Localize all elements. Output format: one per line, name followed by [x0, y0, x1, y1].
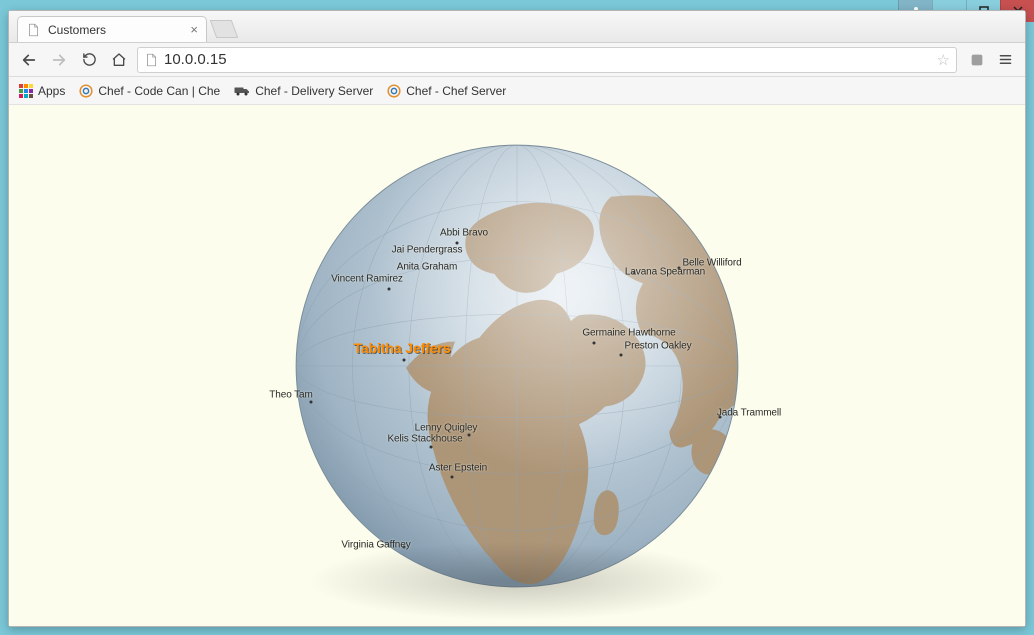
- map-label[interactable]: Aster Epstein: [429, 463, 487, 474]
- apps-icon: [19, 84, 33, 98]
- map-label[interactable]: Virginia Gaffney: [341, 540, 410, 551]
- map-label[interactable]: Lavana Spearman: [625, 267, 705, 278]
- reload-button[interactable]: [77, 48, 101, 72]
- map-label[interactable]: Kelis Stackhouse: [387, 434, 462, 445]
- map-dot: [388, 288, 391, 291]
- map-label[interactable]: Jada Trammell: [717, 408, 781, 419]
- map-dot: [430, 446, 433, 449]
- url-bar[interactable]: ☆: [137, 47, 957, 73]
- apps-label: Apps: [38, 84, 65, 98]
- map-label-highlight[interactable]: Tabitha Jeffers: [353, 340, 450, 356]
- map-label[interactable]: Vincent Ramirez: [331, 274, 403, 285]
- globe-visualization[interactable]: [282, 131, 752, 601]
- page-viewport: Abbi Bravo Jai Pendergrass Anita GrahamVin…: [9, 105, 1025, 626]
- map-label[interactable]: Lenny Quigley: [415, 423, 478, 434]
- tab-title: Customers: [48, 23, 106, 37]
- file-icon: [26, 23, 40, 37]
- forward-button[interactable]: [47, 48, 71, 72]
- bookmark-label: Chef - Code Can | Che: [98, 84, 220, 98]
- map-dot: [403, 359, 406, 362]
- extension-icon[interactable]: [969, 52, 985, 68]
- map-dot: [620, 354, 623, 357]
- browser-toolbar: ☆: [9, 43, 1025, 77]
- bookmark-chef-code-can[interactable]: Chef - Code Can | Che: [79, 84, 220, 98]
- map-dot: [468, 434, 471, 437]
- map-dot: [593, 342, 596, 345]
- truck-icon: [234, 85, 250, 97]
- bookmark-chef-delivery-server[interactable]: Chef - Delivery Server: [234, 84, 373, 98]
- back-button[interactable]: [17, 48, 41, 72]
- map-label[interactable]: Anita Graham: [397, 262, 458, 273]
- file-icon: [144, 53, 158, 67]
- bookmark-star-icon[interactable]: ☆: [937, 51, 950, 69]
- bookmark-chef-chef-server[interactable]: Chef - Chef Server: [387, 84, 506, 98]
- new-tab-button[interactable]: [210, 20, 239, 38]
- map-label[interactable]: Germaine Hawthorne: [582, 328, 675, 339]
- home-button[interactable]: [107, 48, 131, 72]
- globe-shadow: [307, 541, 727, 621]
- bookmark-label: Chef - Chef Server: [406, 84, 506, 98]
- chef-icon: [387, 84, 401, 98]
- map-label[interactable]: Abbi Bravo: [440, 228, 488, 239]
- map-dot: [310, 401, 313, 404]
- browser-window: Customers × ☆: [8, 10, 1026, 627]
- url-input[interactable]: [164, 51, 931, 68]
- bookmarks-bar: Apps Chef - Code Can | Che Chef - Delive…: [9, 77, 1025, 105]
- map-dot: [451, 476, 454, 479]
- globe-svg: [282, 131, 752, 601]
- close-tab-icon[interactable]: ×: [190, 22, 198, 37]
- chef-icon: [79, 84, 93, 98]
- tab-customers[interactable]: Customers ×: [17, 16, 207, 42]
- tab-strip: Customers ×: [9, 11, 1025, 43]
- apps-launcher[interactable]: Apps: [19, 84, 65, 98]
- menu-button[interactable]: [993, 48, 1017, 72]
- map-label[interactable]: Jai Pendergrass: [392, 245, 463, 256]
- map-label[interactable]: Preston Oakley: [625, 341, 692, 352]
- map-label[interactable]: Theo Tam: [269, 390, 312, 401]
- bookmark-label: Chef - Delivery Server: [255, 84, 373, 98]
